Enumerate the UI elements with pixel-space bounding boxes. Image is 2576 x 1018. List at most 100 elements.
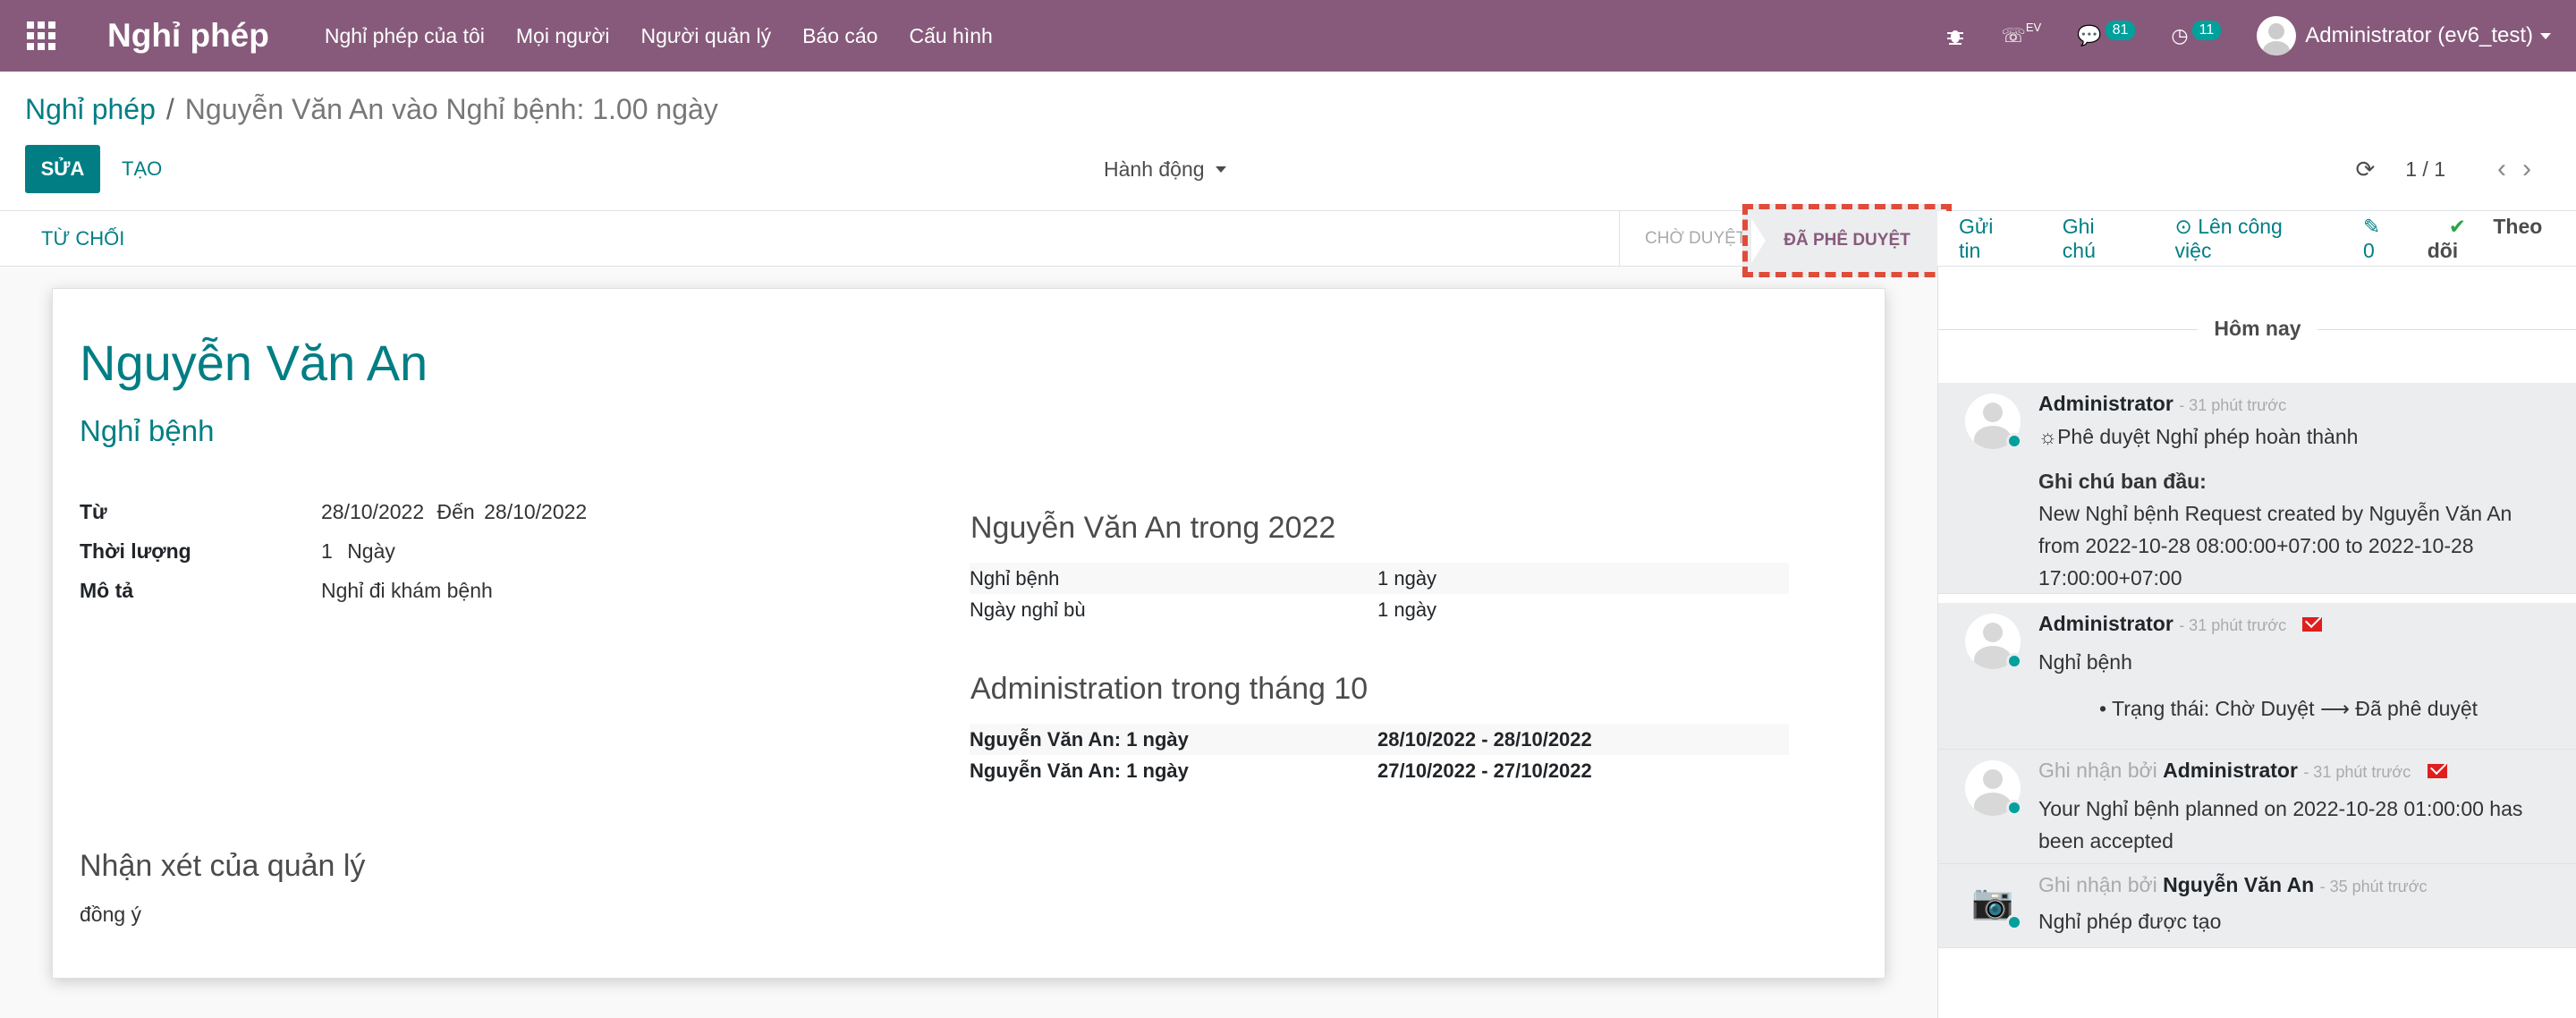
breadcrumb-parent[interactable]: Nghỉ phép: [25, 93, 156, 126]
message-author[interactable]: Nguyễn Văn An: [2163, 873, 2314, 896]
message-time: - 31 phút trước: [2303, 763, 2411, 781]
status-bar: TỪ CHỐI CHỜ DUYỆT: [0, 211, 1937, 267]
attachment-button[interactable]: ✎ 0: [2363, 215, 2397, 263]
phone-icon[interactable]: ☏ EV: [2001, 20, 2042, 47]
message-prefix: Ghi nhận bởi: [2038, 759, 2157, 782]
duration-unit: Ngày: [347, 539, 395, 563]
app-brand[interactable]: Nghỉ phép: [107, 17, 269, 55]
message-line: Nghỉ phép được tạo: [2038, 910, 2222, 933]
main-menu: Nghỉ phép của tôi Mọi người Người quản l…: [325, 24, 1024, 48]
message-line: 17:00:00+07:00: [2038, 566, 2182, 590]
create-button[interactable]: TẠO: [122, 145, 162, 193]
apps-menu-icon[interactable]: [0, 0, 82, 72]
chatter-message: Ghi nhận bởi Administrator - 31 phút trư…: [1938, 750, 2576, 864]
message-header: Ghi nhận bởi Nguyễn Văn An - 35 phút trư…: [2038, 873, 2428, 897]
ev-label: EV: [2025, 20, 2042, 34]
message-line: New Nghỉ bệnh Request created by Nguyễn …: [2038, 502, 2512, 525]
control-panel: Nghỉ phép / Nguyễn Văn An vào Nghỉ bệnh:…: [0, 72, 2576, 211]
next-icon[interactable]: ›: [2522, 154, 2531, 184]
follow-button[interactable]: ✔ Theo dõi: [2428, 215, 2576, 263]
previous-icon[interactable]: ‹: [2497, 154, 2506, 184]
summary-row: Nguyễn Văn An: 1 ngày 27/10/2022 - 27/10…: [970, 755, 1789, 786]
chevron-down-icon: [2540, 32, 2551, 39]
summary-row-value: 27/10/2022 - 27/10/2022: [1377, 759, 1592, 782]
message-author[interactable]: Administrator: [2038, 612, 2174, 635]
to-value: 28/10/2022: [484, 500, 588, 523]
stage-approved[interactable]: ĐÃ PHÊ DUYỆT: [1742, 204, 1952, 277]
systray: ☏ EV 💬 81 ◷ 11 Administrator (ev6_test): [1945, 0, 2576, 72]
summary-row-name: Nguyễn Văn An: 1 ngày: [970, 759, 1189, 782]
messages-badge: 81: [2105, 21, 2136, 40]
message-line: Nghỉ bệnh: [2038, 650, 2132, 674]
message-line: Ghi chú ban đầu:: [2038, 470, 2207, 493]
chatter-message: Administrator - 31 phút trước ☼Phê duyệt…: [1938, 383, 2576, 594]
debug-bug-icon[interactable]: [1945, 26, 1965, 46]
message-header: Administrator - 31 phút trước: [2038, 612, 2323, 636]
online-status-icon: [2006, 914, 2022, 930]
summary-row-name: Nguyễn Văn An: 1 ngày: [970, 727, 1189, 751]
online-status-icon: [2006, 433, 2022, 449]
message-line: from 2022-10-28 08:00:00+07:00 to 2022-1…: [2038, 534, 2474, 557]
refuse-button[interactable]: TỪ CHỐI: [41, 211, 124, 267]
manager-comment: đồng ý: [80, 903, 142, 926]
caret-down-icon: [1215, 165, 1226, 173]
user-avatar: [2257, 16, 2297, 55]
envelope-icon: [2427, 764, 2447, 778]
summary-row-name: Ngày nghỉ bù: [970, 598, 1086, 621]
chatter-message: Administrator - 31 phút trước Nghỉ bệnh …: [1938, 603, 2576, 750]
chatter-topbar: Gửi tin Ghi chú ⊙ Lên công việc ✎ 0 ✔ Th…: [1937, 211, 2576, 267]
breadcrumb-current: Nguyễn Văn An vào Nghỉ bệnh: 1.00 ngày: [184, 93, 718, 125]
user-menu[interactable]: Administrator (ev6_test): [2257, 16, 2576, 55]
menu-configuration[interactable]: Cấu hình: [909, 24, 992, 48]
activities-badge: 11: [2191, 21, 2222, 40]
action-dropdown[interactable]: Hành động: [1104, 145, 1226, 193]
menu-my-leaves[interactable]: Nghỉ phép của tôi: [325, 24, 485, 48]
menu-manager[interactable]: Người quản lý: [641, 24, 772, 48]
date-range: 28/10/2022 Đến 28/10/2022: [321, 500, 587, 524]
summary-row-value: 1 ngày: [1377, 598, 1437, 621]
summary-row-value: 1 ngày: [1377, 566, 1437, 590]
breadcrumb: Nghỉ phép / Nguyễn Văn An vào Nghỉ bệnh:…: [25, 93, 718, 126]
top-navbar: Nghỉ phép Nghỉ phép của tôi Mọi người Ng…: [0, 0, 2576, 72]
from-label: Từ: [80, 500, 107, 523]
summary-row-value: 28/10/2022 - 28/10/2022: [1377, 727, 1592, 751]
message-header: Ghi nhận bởi Administrator - 31 phút trư…: [2038, 759, 2447, 783]
message-author[interactable]: Administrator: [2163, 759, 2298, 782]
duration-value: 1: [321, 539, 333, 563]
form-sheet: Nguyễn Văn An Nghỉ bệnh Từ 28/10/2022 Đế…: [52, 288, 1885, 979]
summary-row: Nguyễn Văn An: 1 ngày 28/10/2022 - 28/10…: [970, 724, 1789, 755]
activities-clock-icon[interactable]: ◷ 11: [2171, 21, 2222, 47]
message-header: Administrator - 31 phút trước: [2038, 392, 2286, 416]
send-message-button[interactable]: Gửi tin: [1959, 215, 2020, 263]
message-time: - 31 phút trước: [2179, 396, 2287, 414]
manager-comment-title: Nhận xét của quản lý: [80, 849, 366, 883]
summary-row-name: Nghỉ bệnh: [970, 566, 1060, 590]
user-name: Administrator (ev6_test): [2305, 23, 2533, 47]
message-line: Your Nghỉ bệnh planned on 2022-10-28 01:…: [2038, 797, 2523, 820]
pager-value[interactable]: 1 / 1: [2405, 157, 2445, 182]
from-value: 28/10/2022: [321, 500, 425, 523]
message-time: - 35 phút trước: [2319, 878, 2428, 895]
chatter-message: 📷 Ghi nhận bởi Nguyễn Văn An - 35 phút t…: [1938, 864, 2576, 948]
edit-button[interactable]: SỬA: [25, 145, 100, 193]
leave-type: Nghỉ bệnh: [80, 414, 215, 447]
check-icon: ✔: [2448, 214, 2472, 238]
message-tracking-line: • Trạng thái: Chờ Duyệt ⟶ Đã phê duyệt: [2099, 697, 2479, 720]
menu-everyone[interactable]: Mọi người: [516, 24, 610, 48]
today-separator: Hôm nay: [1938, 317, 2576, 341]
to-label: Đến: [436, 500, 475, 523]
menu-reports[interactable]: Báo cáo: [802, 24, 877, 48]
breadcrumb-separator: /: [165, 93, 174, 125]
message-author[interactable]: Administrator: [2038, 392, 2174, 415]
message-line: ☼Phê duyệt Nghỉ phép hoàn thành: [2038, 425, 2359, 448]
duration-label: Thời lượng: [80, 539, 191, 563]
stage-to-approve[interactable]: CHỜ DUYỆT: [1619, 211, 1746, 267]
pager: ⟳ 1 / 1 ‹ ›: [2355, 145, 2531, 193]
refresh-icon[interactable]: ⟳: [2355, 156, 2375, 183]
log-note-button[interactable]: Ghi chú: [2063, 215, 2132, 263]
schedule-activity-button[interactable]: ⊙ Lên công việc: [2175, 215, 2322, 263]
envelope-icon: [2302, 617, 2323, 632]
online-status-icon: [2006, 653, 2022, 669]
message-time: - 31 phút trước: [2179, 616, 2287, 634]
messages-icon[interactable]: 💬 81: [2077, 21, 2136, 47]
